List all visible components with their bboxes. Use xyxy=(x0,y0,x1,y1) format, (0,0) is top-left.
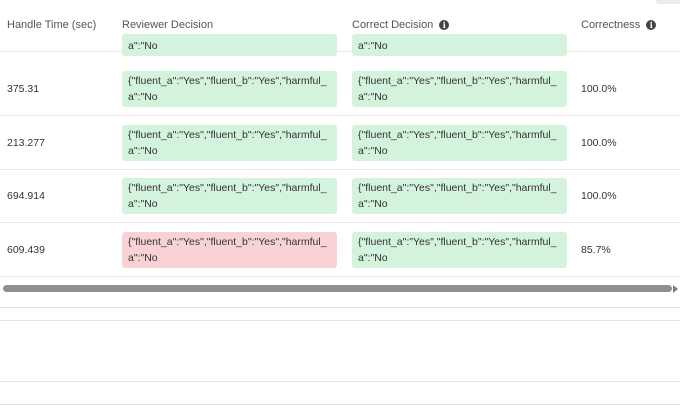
chip-line: {"fluent_a":"Yes","fluent_b":"Yes","harm… xyxy=(358,75,557,87)
header-handle-time-label: Handle Time (sec) xyxy=(7,19,97,31)
chip-line: a":"No xyxy=(128,145,158,157)
chip-line: a":"No xyxy=(358,145,388,157)
chip-line: a":"No xyxy=(358,91,388,103)
horizontal-scrollbar[interactable] xyxy=(0,281,680,295)
correctness-cell: 85.7% xyxy=(581,244,611,256)
header-handle-time[interactable]: Handle Time (sec) xyxy=(7,19,96,31)
header-corner-tab xyxy=(656,0,680,4)
header-correctness[interactable]: Correctness i xyxy=(581,19,657,31)
reviewer-decision-chip: {"fluent_a":"Yes","fluent_b":"Yes","harm… xyxy=(122,71,337,107)
chip-line: a":"No xyxy=(358,252,388,264)
reviewer-decision-chip: {"fluent_a":"Yes","fluent_b":"Yes","harm… xyxy=(122,125,337,161)
header-reviewer-decision[interactable]: Reviewer Decision xyxy=(122,19,213,31)
chip-line: a":"No xyxy=(128,91,158,103)
results-table: Handle Time (sec) Reviewer Decision Corr… xyxy=(0,0,680,280)
correctness-cell: 100.0% xyxy=(581,190,617,202)
table-row[interactable]: 213.277 {"fluent_a":"Yes","fluent_b":"Yes… xyxy=(0,116,680,170)
handle-time-cell: 375.31 xyxy=(7,83,40,95)
chip-line: a":"No xyxy=(358,40,388,52)
info-icon[interactable]: i xyxy=(439,20,450,30)
chip-line: {"fluent_a":"Yes","fluent_b":"Yes","harm… xyxy=(128,75,327,87)
scrollbar-thumb[interactable] xyxy=(3,285,672,292)
reviewer-decision-chip: {"fluent_a":"Yes","fluent_b":"Yes","harm… xyxy=(122,178,337,214)
correct-decision-chip: {"fluent_a":"Yes","fluent_b":"Yes","harm… xyxy=(352,232,567,268)
chip-line: {"fluent_a":"Yes","fluent_b":"Yes","harm… xyxy=(358,236,557,248)
correct-decision-chip: {"fluent_a":"Yes","fluent_b":"Yes","harm… xyxy=(352,125,567,161)
reviewer-decision-chip: {"fluent_a":"Yes","fluent_b":"Yes","harm… xyxy=(122,232,337,268)
handle-time-cell: 609.439 xyxy=(7,244,45,256)
header-correctness-label: Correctness xyxy=(581,19,641,31)
header-correct-decision[interactable]: Correct Decision i xyxy=(352,19,450,31)
table-row[interactable]: 609.439 {"fluent_a":"Yes","fluent_b":"Yes… xyxy=(0,223,680,277)
chevron-right-icon[interactable] xyxy=(673,285,678,293)
info-icon[interactable]: i xyxy=(646,20,657,30)
correct-decision-chip-partial: a":"No xyxy=(352,34,567,56)
chip-line: {"fluent_a":"Yes","fluent_b":"Yes","harm… xyxy=(358,182,557,194)
correctness-cell: 100.0% xyxy=(581,83,617,95)
section-divider xyxy=(0,381,680,382)
section-divider xyxy=(0,404,680,405)
correct-decision-chip: {"fluent_a":"Yes","fluent_b":"Yes","harm… xyxy=(352,71,567,107)
table-header: Handle Time (sec) Reviewer Decision Corr… xyxy=(0,0,680,56)
reviewer-decision-chip-partial: a":"No xyxy=(122,34,337,56)
chip-line: a":"No xyxy=(128,252,158,264)
table-row[interactable]: 694.914 {"fluent_a":"Yes","fluent_b":"Yes… xyxy=(0,169,680,223)
chip-line: a":"No xyxy=(128,198,158,210)
section-divider xyxy=(0,307,680,308)
chip-line: a":"No xyxy=(358,198,388,210)
chip-line: {"fluent_a":"Yes","fluent_b":"Yes","harm… xyxy=(128,182,327,194)
chip-line: {"fluent_a":"Yes","fluent_b":"Yes","harm… xyxy=(128,129,327,141)
chip-line: {"fluent_a":"Yes","fluent_b":"Yes","harm… xyxy=(128,236,327,248)
section-divider xyxy=(0,320,680,321)
table-row[interactable]: 375.31 {"fluent_a":"Yes","fluent_b":"Yes"… xyxy=(0,62,680,116)
handle-time-cell: 213.277 xyxy=(7,137,45,149)
chip-line: {"fluent_a":"Yes","fluent_b":"Yes","harm… xyxy=(358,129,557,141)
chip-line: a":"No xyxy=(128,40,158,52)
correct-decision-chip: {"fluent_a":"Yes","fluent_b":"Yes","harm… xyxy=(352,178,567,214)
handle-time-cell: 694.914 xyxy=(7,190,45,202)
correctness-cell: 100.0% xyxy=(581,137,617,149)
header-correct-decision-label: Correct Decision xyxy=(352,19,434,31)
header-reviewer-decision-label: Reviewer Decision xyxy=(122,19,214,31)
